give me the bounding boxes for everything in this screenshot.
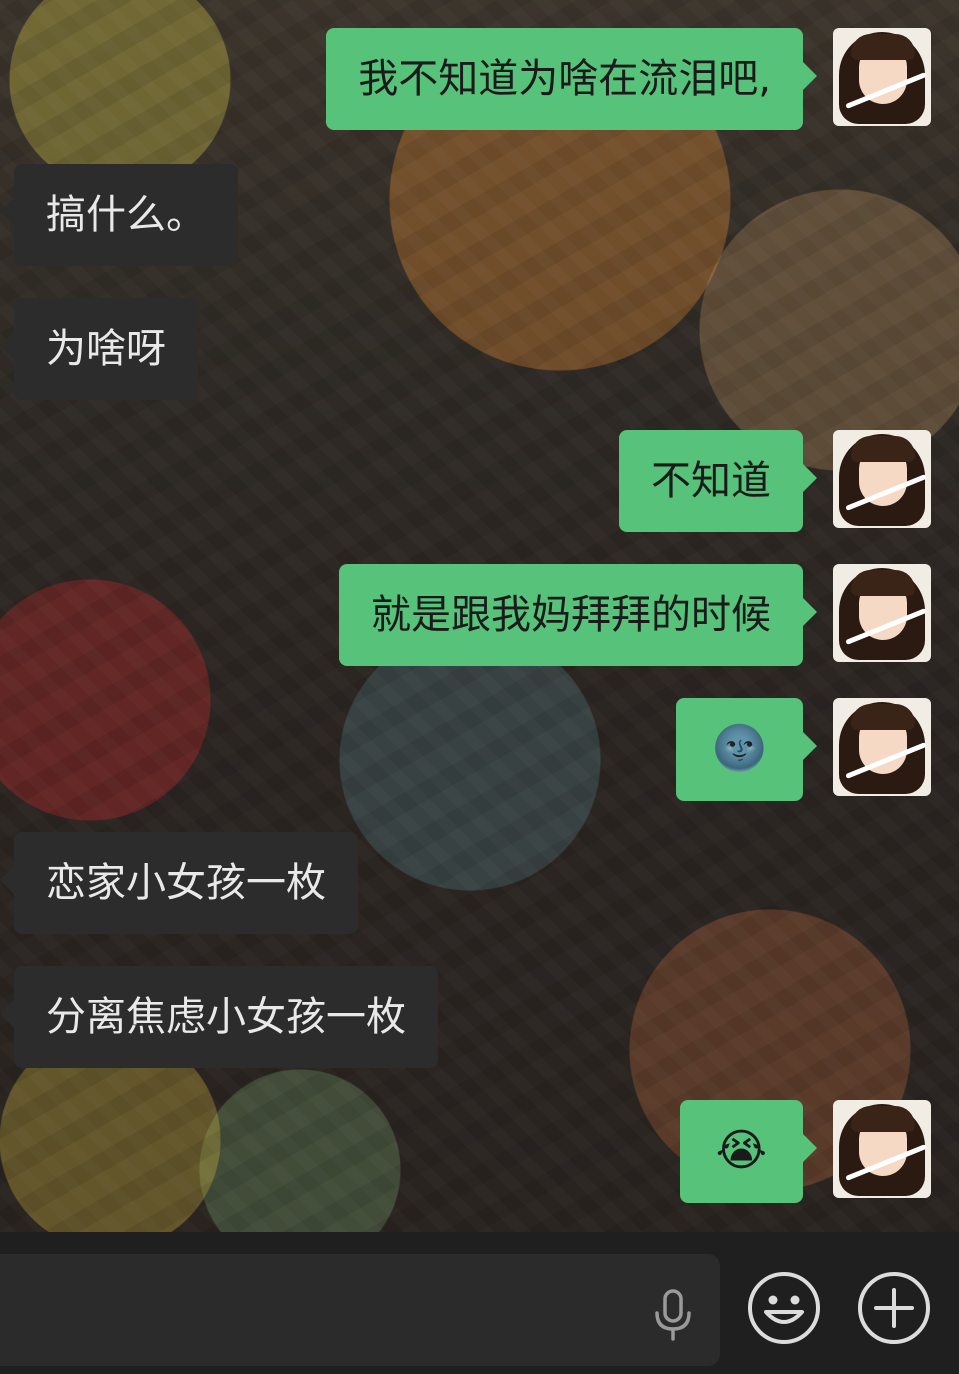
- loudly-crying-face-icon: 😭: [715, 1125, 767, 1176]
- message-bubble[interactable]: 恋家小女孩一枚: [0, 832, 358, 934]
- message-incoming: 分离焦虑小女孩一枚: [0, 966, 438, 1068]
- message-incoming: 为啥呀: [0, 298, 198, 400]
- avatar[interactable]: [833, 564, 931, 662]
- message-bubble[interactable]: 不知道: [619, 430, 817, 532]
- message-bubble-emoji[interactable]: 🌚: [676, 698, 817, 801]
- message-bubble[interactable]: 搞什么。: [0, 164, 238, 266]
- new-moon-face-icon: 🌚: [712, 723, 767, 774]
- message-bubble-emoji[interactable]: 😭: [679, 1100, 818, 1203]
- message-outgoing: 就是跟我妈拜拜的时候: [339, 564, 931, 666]
- microphone-icon[interactable]: [648, 1287, 698, 1343]
- avatar[interactable]: [833, 430, 931, 528]
- avatar[interactable]: [833, 28, 931, 126]
- message-bubble[interactable]: 就是跟我妈拜拜的时候: [339, 564, 817, 666]
- avatar[interactable]: [833, 698, 931, 796]
- input-bar: [0, 1232, 959, 1374]
- message-outgoing: 😭: [679, 1100, 931, 1203]
- avatar[interactable]: [833, 1100, 931, 1198]
- message-input[interactable]: [0, 1254, 720, 1366]
- message-outgoing: 🌚: [676, 698, 931, 801]
- message-outgoing: 不知道: [619, 430, 931, 532]
- message-bubble[interactable]: 分离焦虑小女孩一枚: [0, 966, 438, 1068]
- message-outgoing: 我不知道为啥在流泪吧,: [326, 28, 931, 130]
- emoji-face-icon[interactable]: [746, 1270, 822, 1346]
- message-incoming: 恋家小女孩一枚: [0, 832, 358, 934]
- plus-icon[interactable]: [856, 1270, 932, 1346]
- message-incoming: 搞什么。: [0, 164, 238, 266]
- message-bubble[interactable]: 我不知道为啥在流泪吧,: [326, 28, 817, 130]
- message-bubble[interactable]: 为啥呀: [0, 298, 198, 400]
